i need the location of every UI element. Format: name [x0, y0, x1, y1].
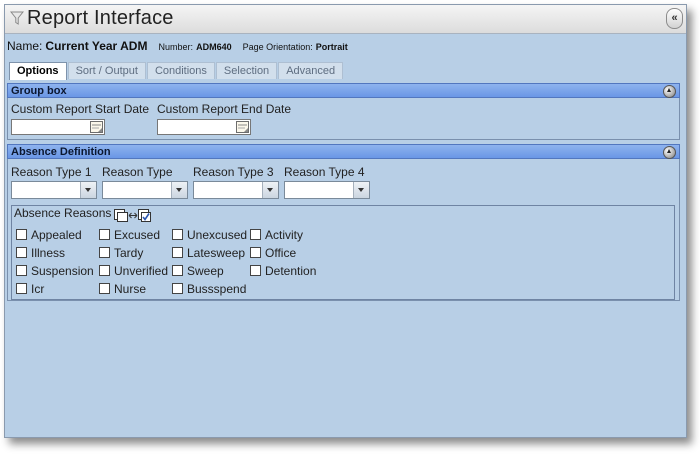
- absence-reasons-legend: Absence Reasons: [14, 206, 112, 220]
- tab-conditions[interactable]: Conditions: [146, 62, 215, 79]
- reason-type-1-select[interactable]: [11, 181, 97, 199]
- reason-type-4-label: Reason Type 4: [284, 165, 365, 179]
- reason-suspension[interactable]: Suspension: [16, 264, 94, 278]
- checkbox[interactable]: [99, 229, 110, 240]
- checkbox[interactable]: [99, 247, 110, 258]
- reason-tardy[interactable]: Tardy: [99, 246, 143, 260]
- end-date-input[interactable]: [157, 119, 251, 135]
- chevron-down-icon[interactable]: [262, 182, 278, 198]
- report-window: Report Interface « Name: Current Year AD…: [4, 4, 687, 438]
- checkbox[interactable]: [16, 283, 27, 294]
- chevron-down-icon[interactable]: [171, 182, 187, 198]
- start-date-label: Custom Report Start Date: [11, 102, 150, 116]
- number-value: ADM640: [196, 42, 232, 52]
- checkbox[interactable]: [172, 229, 183, 240]
- reason-icr[interactable]: Icr: [16, 282, 44, 296]
- reason-type-2-label: Reason Type: [102, 165, 173, 179]
- title-bar: Report Interface «: [5, 5, 686, 34]
- checkbox[interactable]: [172, 265, 183, 276]
- reason-unverified[interactable]: Unverified: [99, 264, 168, 278]
- absence-definition-title: Absence Definition: [11, 146, 111, 158]
- tab-advanced[interactable]: Advanced: [278, 62, 344, 79]
- absence-reasons-group: Absence Reasons Appealed Excused Unexcus…: [11, 205, 675, 300]
- checkbox[interactable]: [16, 265, 27, 276]
- reason-office[interactable]: Office: [250, 246, 296, 260]
- checkbox[interactable]: [172, 247, 183, 258]
- chevron-down-icon[interactable]: [80, 182, 96, 198]
- reason-activity[interactable]: Activity: [250, 228, 303, 242]
- checkbox[interactable]: [99, 283, 110, 294]
- reason-type-2-select[interactable]: [102, 181, 188, 199]
- orientation-value: Portrait: [315, 42, 348, 52]
- group-box-body: Custom Report Start Date Custom Report E…: [7, 98, 680, 140]
- chevron-down-icon[interactable]: [353, 182, 369, 198]
- number-label: Number:: [158, 42, 194, 52]
- collapse-circle-icon[interactable]: [663, 85, 676, 98]
- group-box-title: Group box: [11, 85, 67, 97]
- checkbox[interactable]: [99, 265, 110, 276]
- name-label: Name:: [7, 39, 43, 53]
- group-box-header[interactable]: Group box: [7, 83, 680, 98]
- orientation-label: Page Orientation:: [242, 42, 313, 52]
- reason-type-3-label: Reason Type 3: [193, 165, 274, 179]
- checkbox[interactable]: [250, 247, 261, 258]
- toggle-all-checkboxes-icon[interactable]: [114, 208, 152, 222]
- checkbox[interactable]: [16, 247, 27, 258]
- reason-detention[interactable]: Detention: [250, 264, 316, 278]
- tab-options[interactable]: Options: [9, 62, 67, 80]
- reason-bussspend[interactable]: Bussspend: [172, 282, 246, 296]
- reason-latesweep[interactable]: Latesweep: [172, 246, 245, 260]
- reason-appealed[interactable]: Appealed: [16, 228, 82, 242]
- reason-type-3-select[interactable]: [193, 181, 279, 199]
- reason-unexcused[interactable]: Unexcused: [172, 228, 247, 242]
- checkbox[interactable]: [250, 229, 261, 240]
- reason-excused[interactable]: Excused: [99, 228, 160, 242]
- reason-type-4-select[interactable]: [284, 181, 370, 199]
- calendar-icon[interactable]: [236, 121, 249, 133]
- reason-type-1-label: Reason Type 1: [11, 165, 92, 179]
- name-value: Current Year ADM: [45, 39, 148, 53]
- start-date-input[interactable]: [11, 119, 105, 135]
- report-info: Name: Current Year ADM Number: ADM640 Pa…: [7, 39, 348, 53]
- collapse-panel-button[interactable]: «: [666, 8, 683, 29]
- reason-illness[interactable]: Illness: [16, 246, 65, 260]
- calendar-icon[interactable]: [90, 121, 103, 133]
- end-date-label: Custom Report End Date: [157, 102, 292, 116]
- filter-funnel-icon: [10, 11, 24, 25]
- reason-sweep[interactable]: Sweep: [172, 264, 224, 278]
- tab-strip: Options Sort / Output Conditions Selecti…: [9, 62, 344, 80]
- checkbox[interactable]: [172, 283, 183, 294]
- tab-sort-output[interactable]: Sort / Output: [67, 62, 146, 79]
- reason-nurse[interactable]: Nurse: [99, 282, 146, 296]
- checkbox[interactable]: [16, 229, 27, 240]
- tab-selection[interactable]: Selection: [215, 62, 278, 79]
- checkbox[interactable]: [250, 265, 261, 276]
- collapse-circle-icon[interactable]: [663, 146, 676, 159]
- window-title: Report Interface: [27, 7, 174, 29]
- absence-definition-header[interactable]: Absence Definition: [7, 144, 680, 159]
